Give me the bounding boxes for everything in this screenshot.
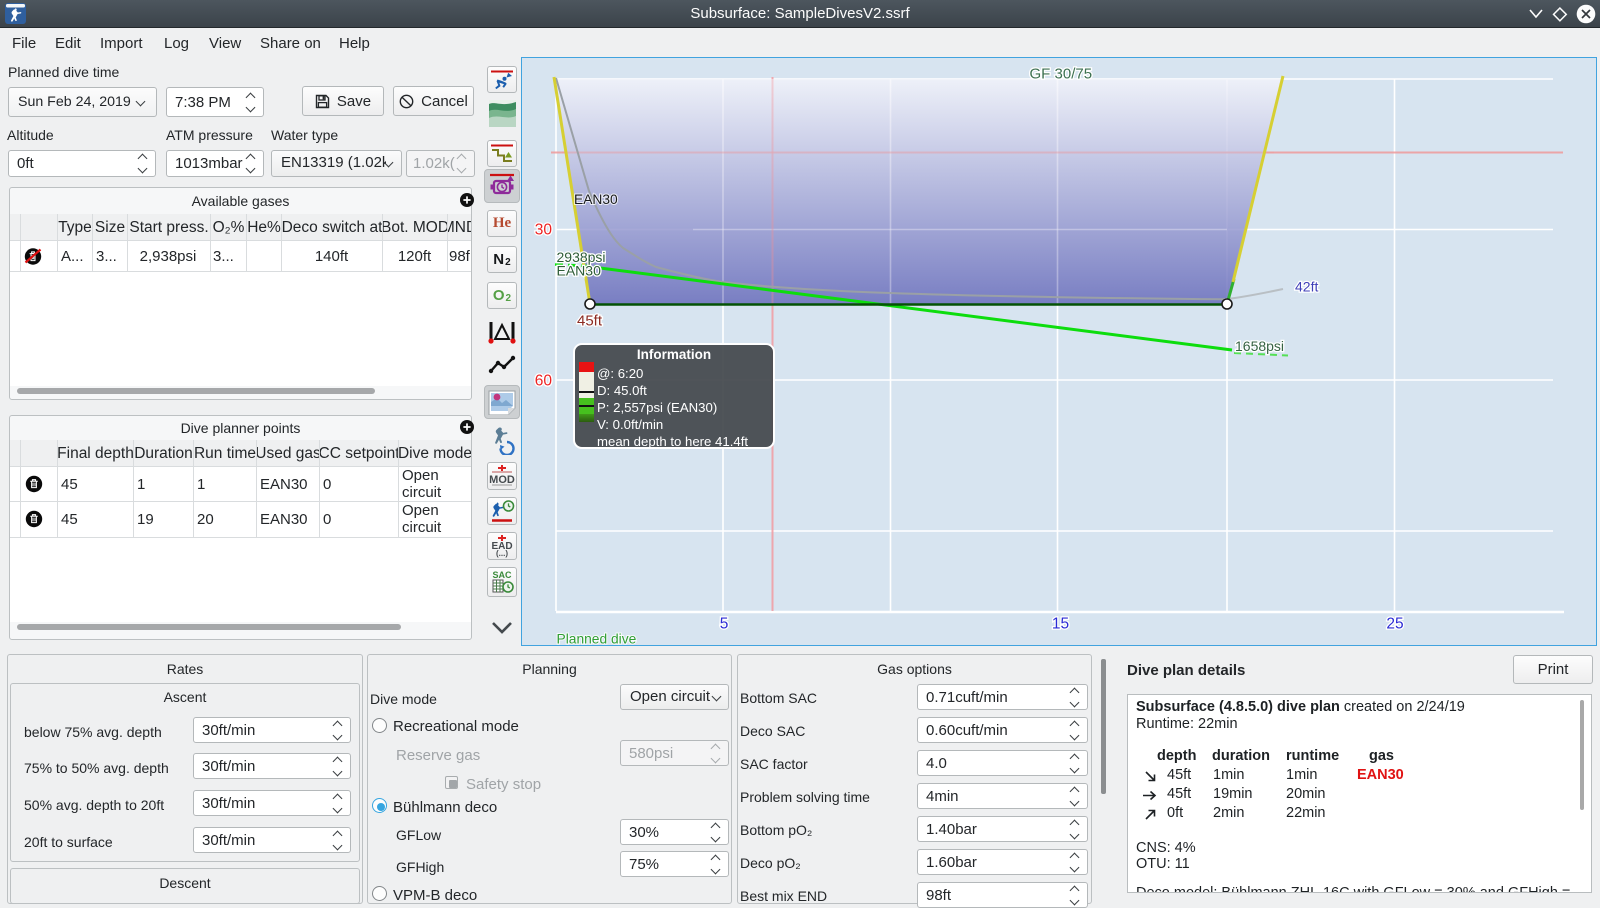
svg-text:(...): (...) xyxy=(496,549,508,558)
svg-text:EAN30: EAN30 xyxy=(574,192,618,207)
svg-text:EAN30: EAN30 xyxy=(557,263,602,279)
svg-text:60: 60 xyxy=(535,373,553,390)
svg-text:25: 25 xyxy=(1386,616,1403,633)
svg-text:5: 5 xyxy=(720,616,729,633)
svg-text:1658psi: 1658psi xyxy=(1235,338,1284,354)
svg-text:45ft: 45ft xyxy=(577,313,603,330)
svg-text:Planned dive: Planned dive xyxy=(557,632,637,646)
svg-text:SAC: SAC xyxy=(492,570,512,580)
svg-text:42ft: 42ft xyxy=(1295,279,1318,295)
svg-text:MOD: MOD xyxy=(489,474,515,486)
svg-text:15: 15 xyxy=(1052,616,1069,633)
svg-text:30: 30 xyxy=(535,222,553,239)
svg-text:GF 30/75: GF 30/75 xyxy=(1030,66,1093,83)
